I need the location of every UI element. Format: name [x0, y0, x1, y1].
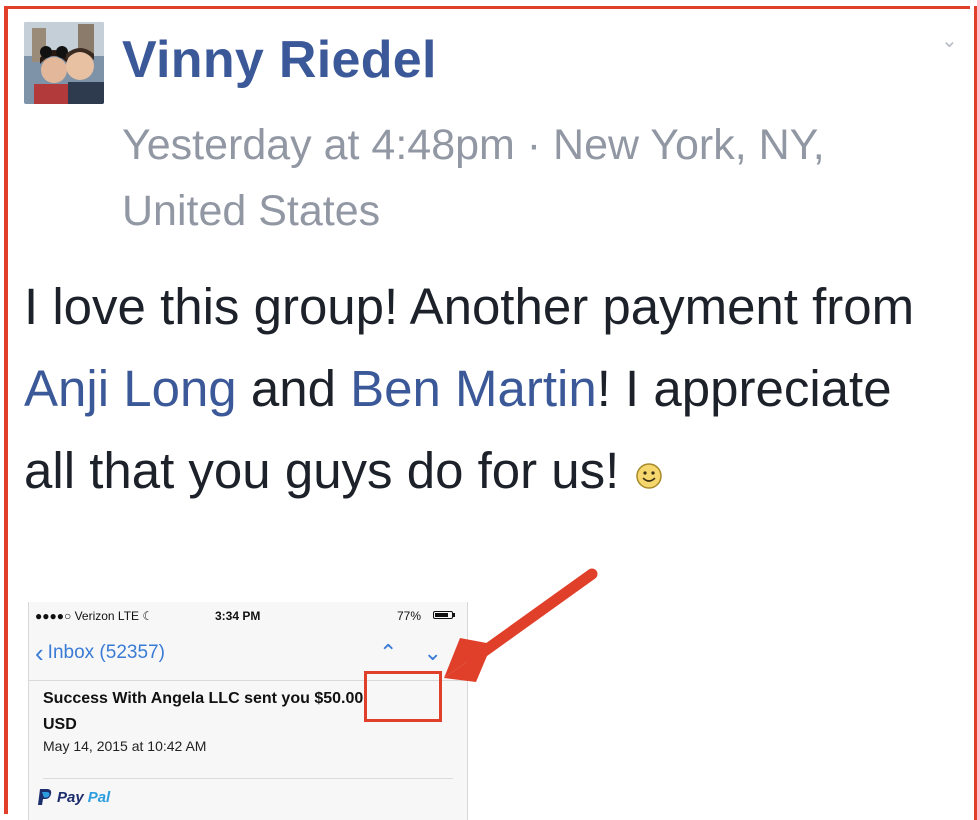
subject-prefix: Success With Angela LLC sent you	[43, 690, 315, 707]
phone-status-bar: ●●●●○ Verizon LTE ☾ 3:34 PM 77%	[29, 602, 467, 630]
inbox-back-button[interactable]: ‹ Inbox (52357)	[35, 638, 165, 668]
inbox-back-label: Inbox (52357)	[47, 642, 165, 663]
subject-suffix: USD	[43, 716, 77, 733]
message-date: May 14, 2015 at 10:42 AM	[43, 738, 207, 754]
mention-ben-martin[interactable]: Ben Martin	[350, 360, 597, 417]
post-text: I love this group! Another payment from …	[24, 266, 954, 514]
status-battery-percent: 77%	[397, 609, 422, 623]
post-options-chevron-icon[interactable]: ⌄	[941, 28, 958, 53]
status-carrier: ●●●●○ Verizon LTE ☾	[35, 609, 154, 623]
paypal-word-pal: Pal	[87, 788, 111, 806]
author-name[interactable]: Vinny Riedel	[122, 30, 437, 90]
chevron-left-icon: ‹	[35, 638, 44, 668]
post-text-part-2: and	[236, 360, 351, 417]
status-time: 3:34 PM	[215, 609, 261, 623]
avatar[interactable]	[24, 22, 104, 104]
paypal-logo: Pay Pal	[37, 788, 110, 806]
amount-highlight-box	[364, 671, 442, 722]
paypal-word-pay: Pay	[57, 788, 84, 806]
paypal-p-icon	[38, 789, 52, 805]
payment-amount: $50.00	[314, 690, 364, 707]
smiley-face-icon	[635, 432, 663, 514]
mention-anji-long[interactable]: Anji Long	[24, 360, 237, 417]
post-meta: Yesterday at 4:48pm · New York, NY, Unit…	[122, 121, 825, 235]
message-nav-arrows: ⌃ ⌄	[379, 640, 442, 666]
red-arrow-icon	[444, 568, 598, 682]
post-text-part-1: I love this group! Another payment from	[24, 278, 915, 335]
message-divider	[43, 778, 453, 779]
chevron-up-icon[interactable]: ⌃	[379, 640, 397, 666]
